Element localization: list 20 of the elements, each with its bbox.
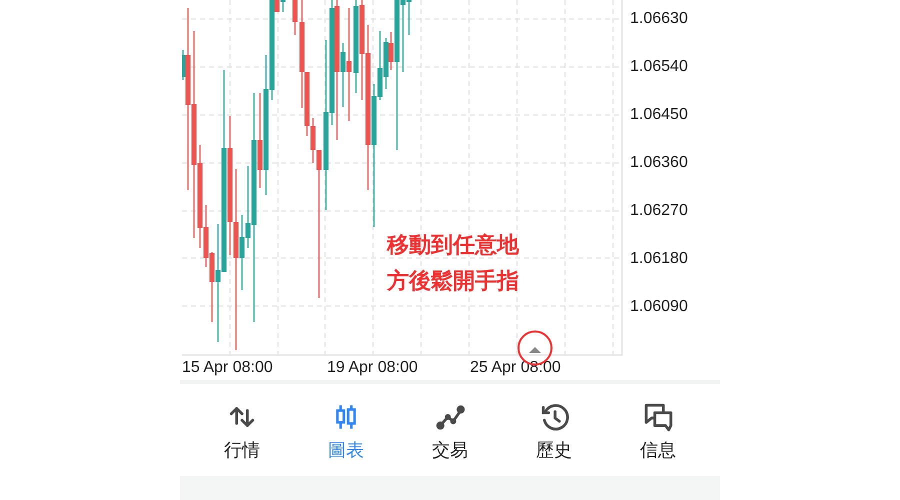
hint-text: 移動到任意地 <box>387 232 519 260</box>
nav-tab[interactable]: 交易 <box>405 384 495 476</box>
candle <box>292 0 298 35</box>
price-label: 1.06270 <box>630 201 688 221</box>
time-label: 15 Apr 08:00 <box>182 358 274 378</box>
price-label: 1.06630 <box>630 9 688 29</box>
nav-tab[interactable]: 行情 <box>197 384 287 476</box>
nav-tab[interactable]: 歷史 <box>509 384 599 476</box>
hint-text: 方後鬆開手指 <box>387 268 519 296</box>
history-icon <box>539 402 569 432</box>
caret-icon[interactable] <box>529 347 541 353</box>
price-label: 1.06450 <box>630 105 688 125</box>
price-label: 1.06360 <box>630 153 688 173</box>
price-label: 1.06540 <box>630 57 688 77</box>
chat-icon <box>643 402 673 432</box>
time-label: 19 Apr 08:00 <box>327 358 419 378</box>
nav-tab[interactable]: 圖表 <box>301 384 391 476</box>
nav-tab[interactable]: 信息 <box>613 384 703 476</box>
price-label: 1.06180 <box>630 249 688 269</box>
price-label: 1.06090 <box>630 297 688 317</box>
